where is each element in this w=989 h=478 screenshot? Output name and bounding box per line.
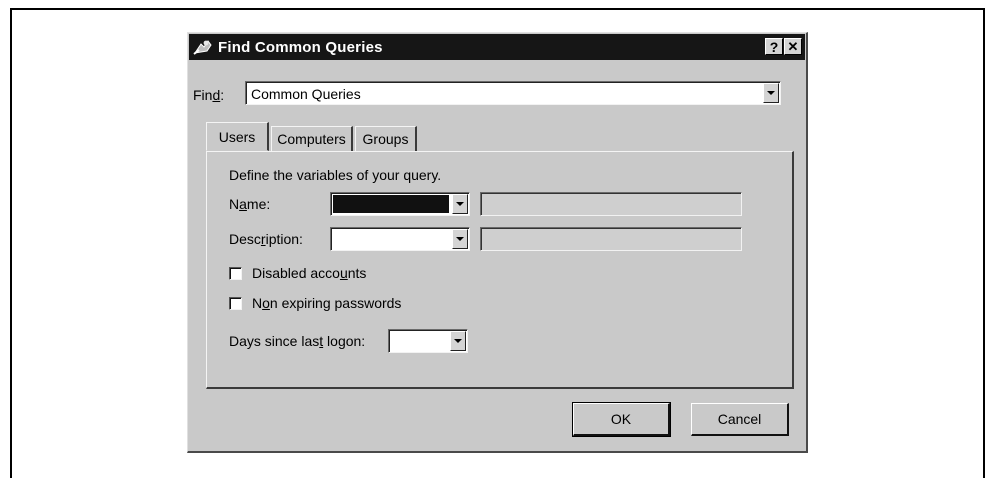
chevron-down-icon[interactable] <box>763 83 779 103</box>
find-people-icon <box>192 37 214 57</box>
help-button[interactable]: ? <box>765 38 783 55</box>
dialog-title: Find Common Queries <box>218 38 383 56</box>
days-since-logon-dropdown[interactable] <box>388 329 468 353</box>
days-since-logon-label: Days since last logon: <box>229 333 366 349</box>
tab-users[interactable]: Users <box>206 122 269 151</box>
name-condition-dropdown[interactable] <box>330 192 470 216</box>
name-label: Name: <box>229 196 271 212</box>
chevron-down-icon[interactable] <box>452 229 468 249</box>
non-expiring-passwords-label: Non expiring passwords <box>252 295 402 311</box>
chevron-down-icon[interactable] <box>450 331 466 351</box>
disabled-accounts-checkbox[interactable] <box>229 267 242 280</box>
find-dropdown-value: Common Queries <box>251 86 361 102</box>
description-condition-dropdown[interactable] <box>330 227 470 251</box>
tab-groups[interactable]: Groups <box>355 126 417 151</box>
tab-computers[interactable]: Computers <box>271 126 353 151</box>
query-instruction: Define the variables of your query. <box>229 167 442 183</box>
help-icon: ? <box>769 38 779 55</box>
find-label: Find: <box>193 87 225 103</box>
close-icon: ✕ <box>787 39 799 54</box>
close-button[interactable]: ✕ <box>784 38 802 55</box>
find-dropdown[interactable]: Common Queries <box>245 81 781 105</box>
title-bar[interactable]: Find Common Queries ? ✕ <box>189 34 805 60</box>
ok-button[interactable]: OK <box>572 402 671 437</box>
find-common-queries-dialog: Find Common Queries ? ✕ Find: Common Que… <box>187 32 808 453</box>
cancel-button[interactable]: Cancel <box>691 403 789 436</box>
description-label: Description: <box>229 231 303 247</box>
chevron-down-icon[interactable] <box>452 194 468 214</box>
name-condition-selection <box>333 195 449 213</box>
description-value-field[interactable] <box>480 227 742 251</box>
non-expiring-passwords-checkbox[interactable] <box>229 297 242 310</box>
disabled-accounts-label: Disabled accounts <box>252 265 367 281</box>
name-value-field[interactable] <box>480 192 742 216</box>
